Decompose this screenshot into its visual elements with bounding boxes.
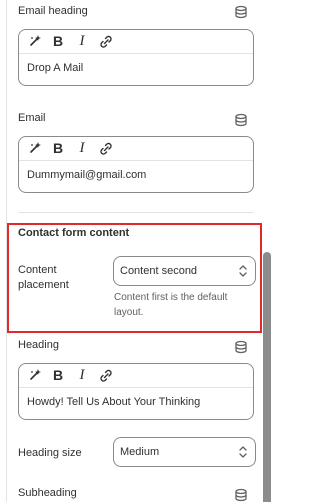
bold-button[interactable]: B [51, 33, 65, 49]
email-heading-label: Email heading [18, 5, 88, 17]
chevron-updown-icon [239, 446, 247, 458]
placement-help-line1: Content first is the default [114, 292, 228, 303]
bold-button[interactable]: B [51, 140, 65, 156]
database-icon[interactable] [234, 340, 248, 354]
editor-toolbar: B I [19, 137, 253, 161]
content-placement-select[interactable]: Content second [113, 256, 256, 286]
placement-help-line2: layout. [114, 307, 144, 318]
contact-section-title: Contact form content [18, 227, 130, 239]
content-placement-value: Content second [120, 265, 198, 277]
email-heading-editor[interactable]: B I Drop A Mail [18, 29, 254, 86]
sparkle-icon[interactable] [27, 367, 45, 383]
italic-button[interactable]: I [75, 367, 89, 383]
subheading-label: Subheading [18, 487, 77, 499]
email-label: Email [18, 112, 46, 124]
email-heading-text: Drop A Mail [27, 62, 84, 74]
placement-label-line2: placement [18, 279, 69, 291]
chevron-updown-icon [239, 265, 247, 277]
section-divider [18, 212, 254, 213]
italic-button[interactable]: I [75, 140, 89, 156]
link-icon[interactable] [97, 367, 115, 383]
heading-text: Howdy! Tell Us About Your Thinking [27, 396, 201, 408]
italic-button[interactable]: I [75, 33, 89, 49]
link-icon[interactable] [97, 33, 115, 49]
link-icon[interactable] [97, 140, 115, 156]
database-icon[interactable] [234, 488, 248, 502]
editor-toolbar: B I [19, 364, 253, 388]
database-icon[interactable] [234, 5, 248, 19]
sparkle-icon[interactable] [27, 33, 45, 49]
placement-label-line1: Content [18, 264, 57, 276]
email-text: Dummymail@gmail.com [27, 169, 147, 181]
editor-toolbar: B I [19, 30, 253, 54]
heading-size-select[interactable]: Medium [113, 437, 256, 467]
heading-size-label: Heading size [18, 447, 82, 459]
sparkle-icon[interactable] [27, 140, 45, 156]
bold-button[interactable]: B [51, 367, 65, 383]
email-editor[interactable]: B I Dummymail@gmail.com [18, 136, 254, 193]
heading-editor[interactable]: B I Howdy! Tell Us About Your Thinking [18, 363, 254, 420]
scrollbar-thumb[interactable] [263, 252, 271, 502]
heading-size-value: Medium [120, 446, 160, 458]
heading-label: Heading [18, 339, 59, 351]
database-icon[interactable] [234, 113, 248, 127]
